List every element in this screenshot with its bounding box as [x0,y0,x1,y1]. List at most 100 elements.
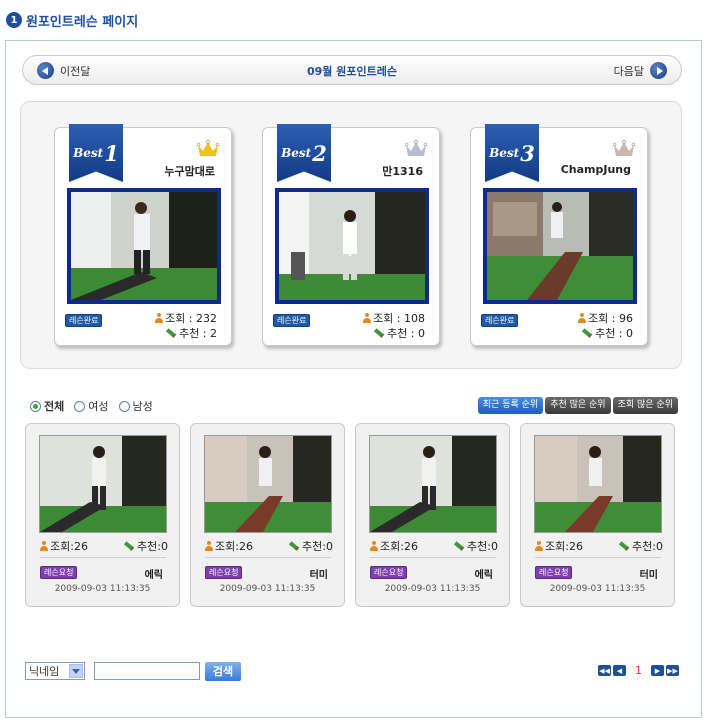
recommend-count: 추천 : 2 [179,327,217,340]
month-title: 09월 원포인트레슨 [307,65,397,78]
first-page-icon[interactable]: ◀◀ [598,665,611,676]
best-nickname[interactable]: ChampJung [561,163,631,176]
lesson-done-badge: 레슨완료 [481,314,519,327]
recommend-count: 추천:0 [467,540,498,553]
lesson-request-badge: 레슨요청 [40,566,78,579]
next-month-button[interactable]: 다음달 [614,62,667,79]
lesson-stats: 조회:26 추천:0 [370,538,498,554]
views-icon [535,541,543,551]
sort-recommended-button[interactable]: 추천 많은 순위 [545,397,611,414]
sort-buttons: 최근 등록 순위 추천 많은 순위 조회 많은 순위 [476,397,678,414]
lesson-nickname[interactable]: 터미 [310,566,328,581]
sort-views-button[interactable]: 조회 많은 순위 [612,397,678,414]
radio-button[interactable] [118,400,130,412]
prev-page-icon[interactable]: ◀ [613,665,626,676]
lesson-thumbnail[interactable] [534,435,662,533]
views-icon [578,313,587,323]
divider [535,557,661,558]
lesson-card[interactable]: 조회:26 추천:0 레슨요청 에릭 2009-09-03 11:13:35 [25,423,180,607]
recommend-icon [165,328,177,338]
best-stats: 조회 : 96 추천 : 0 [578,311,633,341]
lesson-request-badge: 레슨요청 [370,566,408,579]
divider [40,557,166,558]
best-ribbon: Best 2 [277,124,331,182]
lesson-nickname[interactable]: 터미 [640,566,658,581]
gender-filter: 전체 여성 남성 [30,398,163,414]
lesson-nickname[interactable]: 에릭 [145,566,163,581]
lesson-thumbnail[interactable] [67,188,221,304]
best-ribbon: Best 1 [69,124,123,182]
lesson-date: 2009-09-03 11:13:35 [384,584,481,594]
lesson-nickname[interactable]: 에릭 [475,566,493,581]
search-field-value: 닉네임 [29,665,60,678]
views-count: 조회 : 232 [165,312,217,325]
arrow-right-icon [650,62,667,79]
recommend-count: 추천:0 [137,540,168,553]
lesson-card[interactable]: 조회:26 추천:0 레슨요청 터미 2009-09-03 11:13:35 [520,423,675,607]
lesson-thumbnail[interactable] [39,435,167,533]
views-count: 조회:26 [215,540,253,553]
page-number[interactable]: 1 [635,664,642,677]
views-count: 조회:26 [380,540,418,553]
radio-button[interactable] [74,400,86,412]
views-count: 조회:26 [545,540,583,553]
lesson-date: 2009-09-03 11:13:35 [54,584,151,594]
lesson-thumbnail[interactable] [369,435,497,533]
filter-female[interactable]: 여성 [74,398,109,414]
radio-button[interactable] [30,400,41,412]
page-title: 1 원포인트레슨 페이지 [6,10,138,30]
best-card[interactable]: Best 3 ChampJung 레슨완료 조회 : 96 추천 : 0 [470,124,648,346]
lesson-date: 2009-09-03 11:13:35 [219,584,316,594]
recommend-icon [288,541,300,551]
lesson-request-badge: 레슨요청 [535,566,573,579]
divider [370,557,496,558]
lesson-card[interactable]: 조회:26 추천:0 레슨요청 터미 2009-09-03 11:13:35 [190,423,345,607]
search-field-select[interactable]: 닉네임 [25,662,85,680]
next-page-icon[interactable]: ▶ [651,665,664,676]
lesson-thumbnail[interactable] [275,188,429,304]
views-icon [40,541,48,551]
best-nickname[interactable]: 누구맘대로 [164,163,215,179]
filter-all[interactable]: 전체 [30,398,64,414]
recommend-icon [618,541,630,551]
crown-icon [613,140,635,156]
recommend-icon [373,328,385,338]
best-card[interactable]: Best 2 만1316 레슨완료 조회 : 108 추천 : 0 [262,124,440,346]
divider [205,557,331,558]
sort-recent-button[interactable]: 최근 등록 순위 [477,397,544,414]
lesson-done-badge: 레슨완료 [65,314,103,327]
best-nickname[interactable]: 만1316 [382,163,423,179]
lesson-done-badge: 레슨완료 [273,314,311,327]
recommend-icon [453,541,465,551]
recommend-count: 추천:0 [632,540,663,553]
crown-icon [197,140,219,156]
views-count: 조회 : 108 [373,312,425,325]
last-page-icon[interactable]: ▶▶ [666,665,679,676]
title-number-icon: 1 [6,12,22,28]
lesson-thumbnail[interactable] [483,188,637,304]
best-card[interactable]: Best 1 누구맘대로 레슨완료 조회 : 232 추천 : 2 [54,124,232,346]
lesson-card[interactable]: 조회:26 추천:0 레슨요청 에릭 2009-09-03 11:13:35 [355,423,510,607]
filter-male[interactable]: 남성 [118,398,153,414]
lesson-thumbnail[interactable] [204,435,332,533]
recommend-count: 추천:0 [302,540,333,553]
recommend-count: 추천 : 0 [387,327,425,340]
lesson-date: 2009-09-03 11:13:35 [549,584,646,594]
search-input[interactable] [94,662,200,680]
search-button[interactable]: 검색 [205,662,241,681]
views-icon [205,541,213,551]
crown-icon [405,140,427,156]
views-icon [370,541,378,551]
best-ribbon: Best 3 [485,124,539,182]
lesson-request-badge: 레슨요청 [205,566,243,579]
lesson-stats: 조회:26 추천:0 [40,538,168,554]
month-nav: 이전달 09월 원포인트레슨 다음달 [22,55,682,85]
views-icon [363,313,372,323]
lesson-stats: 조회:26 추천:0 [535,538,663,554]
pagination: ◀◀ ◀ 1 ▶ ▶▶ [597,664,680,677]
views-count: 조회 : 96 [588,312,633,325]
chevron-down-icon[interactable] [69,664,83,678]
best-stats: 조회 : 108 추천 : 0 [363,311,425,341]
views-count: 조회:26 [50,540,88,553]
recommend-icon [123,541,135,551]
